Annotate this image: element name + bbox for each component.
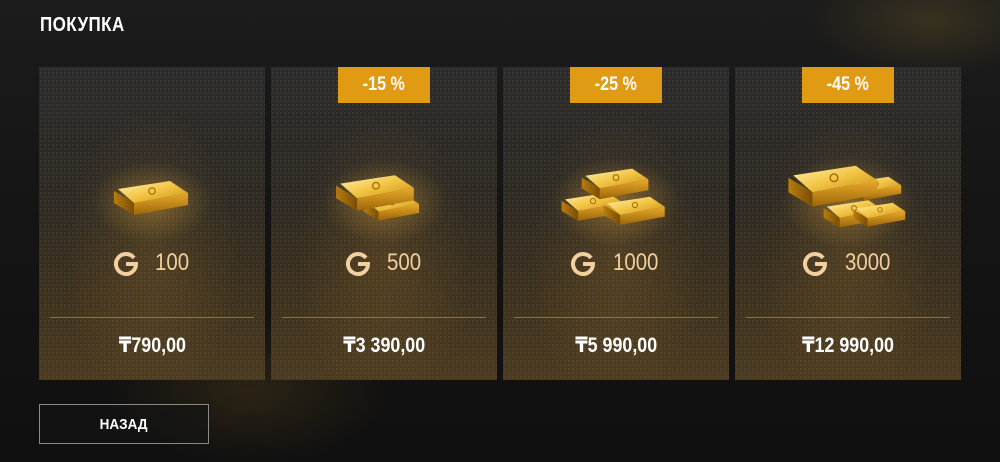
gold-bar-icon	[39, 147, 265, 247]
price-label: ₸12 990,00	[802, 334, 894, 357]
page-title: ПОКУПКА	[40, 14, 125, 36]
discount-badge: -45 %	[802, 67, 894, 103]
gold-pile-icon	[735, 147, 961, 247]
offer-card-3000[interactable]: -45 % 3000 ₸12 990,00	[735, 67, 961, 380]
g-coin-icon	[803, 252, 828, 276]
price-label: ₸790,00	[118, 334, 186, 357]
gold-amount: 3000	[845, 249, 891, 276]
amount-row: 1000	[503, 249, 729, 277]
price-label: ₸3 390,00	[343, 334, 425, 357]
discount-badge: -15 %	[338, 67, 430, 103]
g-coin-icon	[345, 252, 370, 276]
gold-bars-icon	[271, 147, 497, 247]
offer-list: 100 ₸790,00 -15 % 500 ₸3 390,00 -25 % 10…	[39, 67, 961, 380]
amount-row: 3000	[735, 249, 961, 277]
gold-stack-icon	[503, 147, 729, 247]
g-coin-icon	[113, 252, 138, 276]
gold-amount: 500	[386, 249, 422, 276]
price-label: ₸5 990,00	[575, 334, 657, 357]
discount-badge: -25 %	[570, 67, 662, 103]
purchase-screen: ПОКУПКА 100 ₸790,00 -15 % 500 ₸3 390,00 …	[0, 0, 1000, 462]
offer-card-1000[interactable]: -25 % 1000 ₸5 990,00	[503, 67, 729, 380]
gold-amount: 1000	[613, 249, 659, 276]
gold-amount: 100	[154, 249, 190, 276]
amount-row: 500	[271, 249, 497, 277]
back-button[interactable]: НАЗАД	[39, 404, 209, 444]
offer-card-500[interactable]: -15 % 500 ₸3 390,00	[271, 67, 497, 380]
divider	[50, 317, 254, 318]
divider	[282, 317, 486, 318]
back-button-label: НАЗАД	[100, 415, 148, 433]
g-coin-icon	[571, 252, 596, 276]
divider	[746, 317, 950, 318]
amount-row: 100	[39, 249, 265, 277]
offer-card-100[interactable]: 100 ₸790,00	[39, 67, 265, 380]
divider	[514, 317, 718, 318]
